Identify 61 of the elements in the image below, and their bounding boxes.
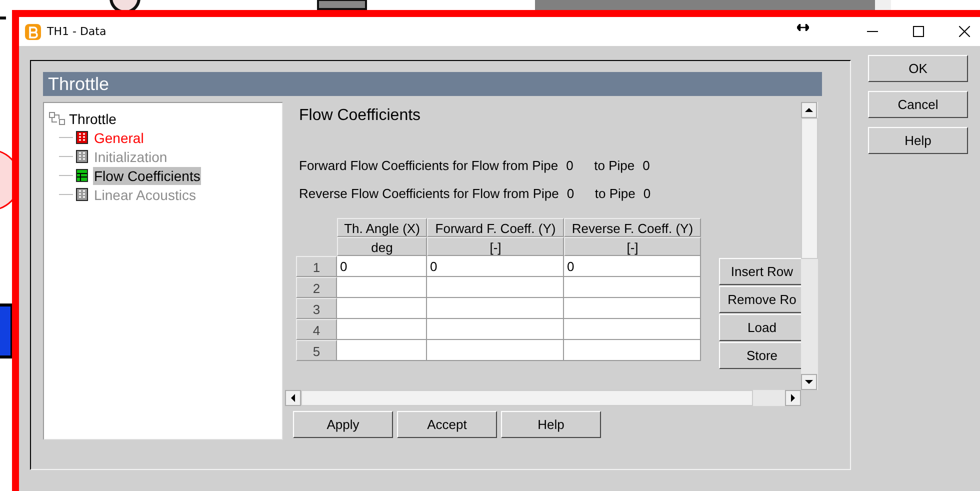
table-button[interactable]: Store bbox=[719, 342, 801, 369]
table-cell[interactable] bbox=[337, 319, 427, 340]
resize-cursor-icon bbox=[797, 24, 809, 31]
table-cell[interactable] bbox=[427, 277, 564, 298]
column-header: Reverse F. Coeff. (Y) bbox=[564, 218, 701, 237]
unit-header: [-] bbox=[564, 237, 701, 256]
flow-label: Reverse Flow Coefficients for Flow from Pipe bbox=[299, 186, 559, 203]
pipe-number: 0 bbox=[566, 186, 576, 203]
flow-label: to Pipe bbox=[594, 158, 635, 175]
table-cell[interactable] bbox=[564, 277, 701, 298]
row-header[interactable]: 1 bbox=[296, 256, 337, 277]
row-header[interactable]: 2 bbox=[296, 277, 337, 298]
row-header[interactable]: 3 bbox=[296, 298, 337, 319]
scroll-down-icon bbox=[801, 374, 817, 390]
vertical-scrollbar[interactable] bbox=[801, 102, 818, 390]
table-cell[interactable]: 0 bbox=[337, 256, 427, 277]
table-cell[interactable] bbox=[564, 319, 701, 340]
close-icon bbox=[958, 26, 970, 37]
table-cell[interactable] bbox=[564, 298, 701, 319]
flow-label: to Pipe bbox=[594, 186, 636, 203]
table-cell[interactable] bbox=[427, 340, 564, 361]
panel-header: Throttle bbox=[43, 72, 822, 96]
table-cell[interactable] bbox=[427, 298, 564, 319]
section-title: Flow Coefficients bbox=[299, 107, 422, 126]
dialog-button[interactable]: OK bbox=[868, 55, 968, 82]
scroll-up-icon bbox=[801, 102, 817, 118]
action-button[interactable]: Help bbox=[501, 411, 601, 438]
pipe-number: 0 bbox=[642, 158, 651, 175]
scroll-left-icon bbox=[285, 390, 301, 406]
dialog-button[interactable]: Help bbox=[868, 127, 968, 154]
tree-item[interactable]: Flow Coefficients bbox=[93, 166, 202, 184]
row-header[interactable]: 4 bbox=[296, 319, 337, 340]
table-button[interactable]: Load bbox=[719, 314, 801, 341]
window-title: TH1 - Data bbox=[47, 25, 106, 38]
table-button[interactable]: Insert Row bbox=[719, 258, 801, 285]
table-cell[interactable] bbox=[337, 298, 427, 319]
table-cell[interactable] bbox=[337, 277, 427, 298]
row-header[interactable]: 5 bbox=[296, 340, 337, 361]
tree-item[interactable]: Throttle bbox=[68, 110, 118, 128]
pipe-number: 0 bbox=[643, 186, 652, 203]
horizontal-scrollbar[interactable] bbox=[285, 390, 801, 406]
minimize-icon bbox=[866, 31, 878, 32]
table-cell[interactable] bbox=[427, 319, 564, 340]
pipe-number: 0 bbox=[566, 158, 574, 175]
tree-item[interactable]: General bbox=[93, 128, 145, 146]
flow-label: Forward Flow Coefficients for Flow from Pipe bbox=[299, 158, 558, 175]
table-cell[interactable] bbox=[337, 340, 427, 361]
table-cell[interactable] bbox=[564, 340, 701, 361]
app-icon bbox=[25, 24, 41, 40]
column-header: Forward F. Coeff. (Y) bbox=[427, 218, 564, 237]
scroll-right-icon bbox=[785, 390, 801, 406]
table-cell[interactable]: 0 bbox=[564, 256, 701, 277]
dialog-button[interactable]: Cancel bbox=[868, 91, 968, 118]
action-button[interactable]: Apply bbox=[293, 411, 393, 438]
table-cell[interactable]: 0 bbox=[427, 256, 564, 277]
unit-header: [-] bbox=[427, 237, 564, 256]
action-button[interactable]: Accept bbox=[397, 411, 497, 438]
column-header: Th. Angle (X) bbox=[337, 218, 427, 237]
unit-header: deg bbox=[337, 237, 427, 256]
table-button[interactable]: Remove Ro bbox=[719, 286, 801, 313]
maximize-icon bbox=[912, 26, 924, 37]
